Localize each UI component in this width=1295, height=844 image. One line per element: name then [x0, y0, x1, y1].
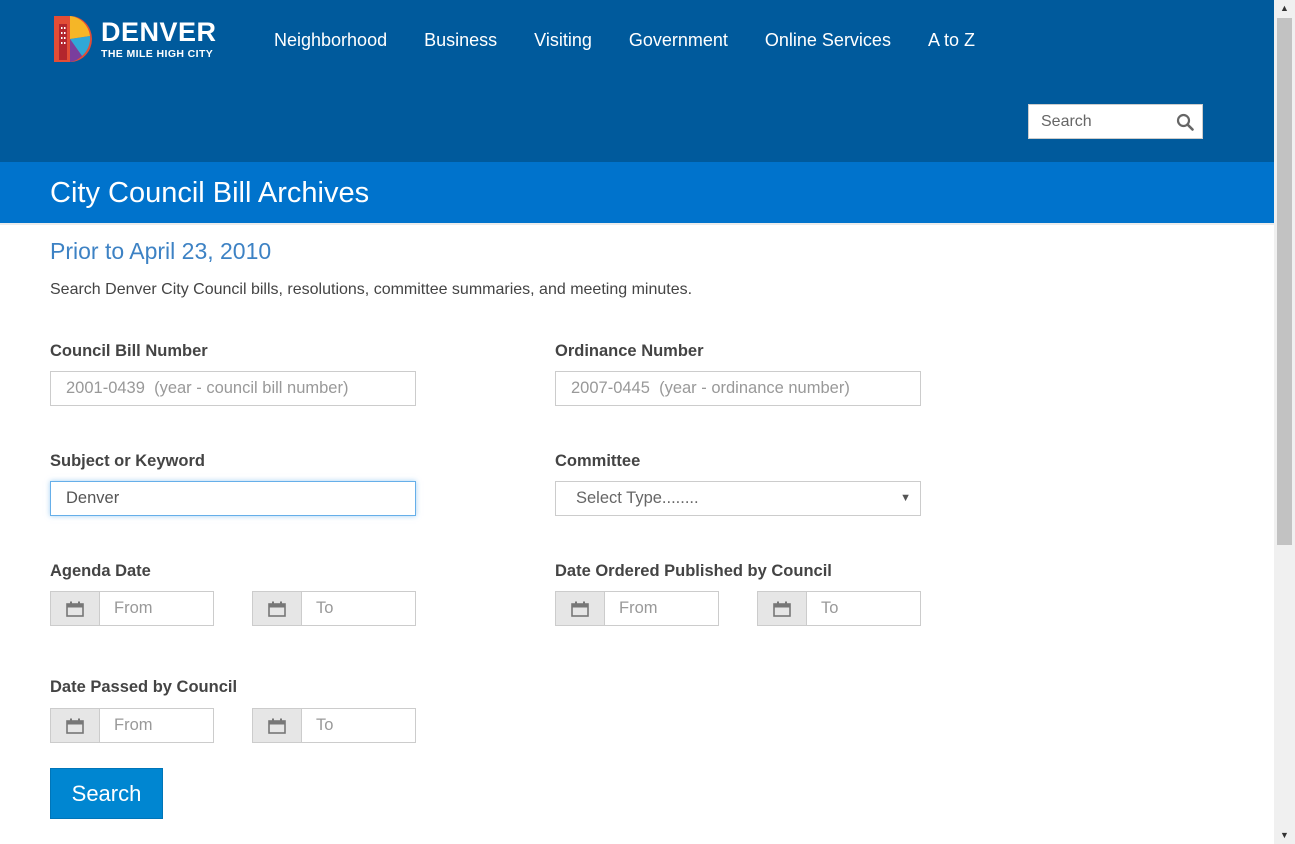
- council-bill-label: Council Bill Number: [50, 342, 208, 360]
- calendar-icon[interactable]: [50, 708, 99, 743]
- subject-keyword-label: Subject or Keyword: [50, 452, 205, 470]
- page-title: City Council Bill Archives: [50, 177, 370, 209]
- site-search: [1028, 104, 1203, 139]
- site-search-input[interactable]: [1029, 105, 1169, 138]
- search-icon[interactable]: [1176, 113, 1194, 131]
- calendar-icon[interactable]: [555, 591, 604, 626]
- brand-tagline: THE MILE HIGH CITY: [101, 47, 214, 60]
- agenda-date-from-input[interactable]: [99, 591, 214, 626]
- scrollbar-thumb[interactable]: [1277, 18, 1292, 545]
- agenda-date-to: [252, 591, 416, 626]
- nav-item-online-services[interactable]: Online Services: [765, 30, 891, 51]
- nav-item-visiting[interactable]: Visiting: [534, 30, 592, 51]
- calendar-icon[interactable]: [757, 591, 806, 626]
- page-title-bar: City Council Bill Archives: [0, 162, 1274, 223]
- nav-item-a-to-z[interactable]: A to Z: [928, 30, 975, 51]
- page-subtitle: Prior to April 23, 2010: [50, 238, 272, 264]
- date-published-to-input[interactable]: [806, 591, 921, 626]
- nav-item-business[interactable]: Business: [424, 30, 497, 51]
- main-nav: Neighborhood Business Visiting Governmen…: [274, 30, 1012, 51]
- agenda-date-from: [50, 591, 214, 626]
- nav-item-government[interactable]: Government: [629, 30, 728, 51]
- council-bill-input[interactable]: [50, 371, 416, 406]
- date-published-label: Date Ordered Published by Council: [555, 562, 832, 580]
- committee-label: Committee: [555, 452, 641, 470]
- date-published-from: [555, 591, 719, 626]
- scroll-up-arrow-icon[interactable]: ▲: [1274, 0, 1295, 17]
- calendar-icon[interactable]: [252, 708, 301, 743]
- date-published-to: [757, 591, 921, 626]
- date-passed-to: [252, 708, 416, 743]
- brand-name: DENVER: [101, 16, 217, 47]
- page-intro: Search Denver City Council bills, resolu…: [50, 281, 693, 298]
- search-button[interactable]: Search: [50, 768, 163, 819]
- nav-item-neighborhood[interactable]: Neighborhood: [274, 30, 387, 51]
- date-passed-label: Date Passed by Council: [50, 678, 238, 696]
- date-passed-from: [50, 708, 214, 743]
- page-scrollbar[interactable]: ▲ ▼: [1274, 0, 1295, 844]
- title-bar-shadow: [0, 223, 1274, 225]
- date-passed-from-input[interactable]: [99, 708, 214, 743]
- site-header: DENVER THE MILE HIGH CITY Neighborhood B…: [0, 0, 1274, 162]
- subject-keyword-input[interactable]: [50, 481, 416, 516]
- denver-logo-icon: [54, 16, 92, 62]
- calendar-icon[interactable]: [252, 591, 301, 626]
- ordinance-number-input[interactable]: [555, 371, 921, 406]
- denver-logo[interactable]: DENVER THE MILE HIGH CITY: [52, 14, 217, 64]
- committee-select[interactable]: Select Type........ ▼: [555, 481, 921, 516]
- calendar-icon[interactable]: [50, 591, 99, 626]
- date-published-from-input[interactable]: [604, 591, 719, 626]
- scroll-down-arrow-icon[interactable]: ▼: [1274, 827, 1295, 844]
- agenda-date-label: Agenda Date: [50, 562, 151, 580]
- chevron-down-icon: ▼: [900, 492, 911, 504]
- date-passed-to-input[interactable]: [301, 708, 416, 743]
- agenda-date-to-input[interactable]: [301, 591, 416, 626]
- committee-selected-value: Select Type........: [576, 489, 699, 507]
- ordinance-number-label: Ordinance Number: [555, 342, 704, 360]
- logo-text: DENVER THE MILE HIGH CITY: [101, 16, 217, 60]
